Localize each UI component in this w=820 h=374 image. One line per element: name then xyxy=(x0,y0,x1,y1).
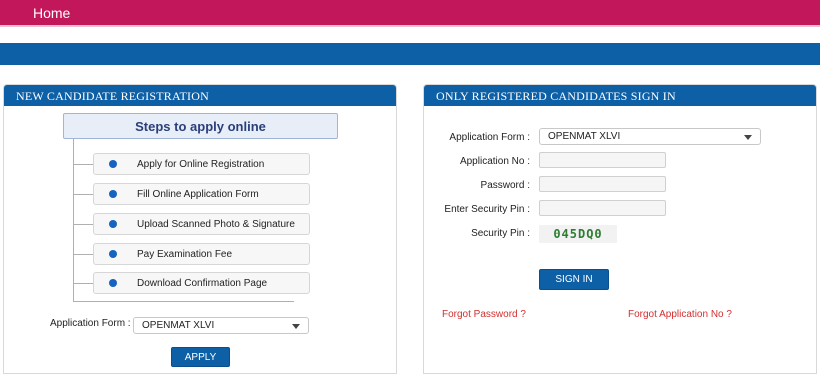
tree-branch xyxy=(73,194,95,195)
chevron-down-icon xyxy=(744,135,752,140)
registration-panel: NEW CANDIDATE REGISTRATION Steps to appl… xyxy=(3,84,397,374)
step-item-fill-form: Fill Online Application Form xyxy=(93,183,310,205)
home-link[interactable]: Home xyxy=(33,5,70,21)
captcha-image: 045DQ0 xyxy=(539,225,617,243)
top-nav-bar: Home xyxy=(0,0,820,27)
application-no-label: Application No : xyxy=(459,156,530,167)
tree-branch xyxy=(73,164,95,165)
application-form-value: OPENMAT XLVI xyxy=(142,320,215,331)
application-form-label: Application Form : xyxy=(449,132,530,143)
signin-application-form-value: OPENMAT XLVI xyxy=(548,131,621,142)
apply-button[interactable]: APPLY xyxy=(171,347,230,367)
signin-application-form-select[interactable]: OPENMAT XLVI xyxy=(539,128,761,145)
step-label: Download Confirmation Page xyxy=(137,278,268,289)
signin-button[interactable]: SIGN IN xyxy=(539,269,609,290)
tree-line-bottom xyxy=(73,301,294,302)
steps-title: Steps to apply online xyxy=(63,113,338,139)
security-pin-entry-label: Enter Security Pin : xyxy=(444,204,530,215)
chevron-down-icon xyxy=(292,324,300,329)
application-no-input[interactable] xyxy=(539,152,666,168)
forgot-application-no-link[interactable]: Forgot Application No ? xyxy=(628,309,732,320)
bullet-icon xyxy=(109,220,117,228)
step-item-apply: Apply for Online Registration xyxy=(93,153,310,175)
signin-panel-title: ONLY REGISTERED CANDIDATES SIGN IN xyxy=(424,85,816,106)
bullet-icon xyxy=(109,160,117,168)
bullet-icon xyxy=(109,190,117,198)
tree-branch xyxy=(73,254,95,255)
registration-panel-title: NEW CANDIDATE REGISTRATION xyxy=(4,85,396,106)
security-pin-input[interactable] xyxy=(539,200,666,216)
step-item-pay-fee: Pay Examination Fee xyxy=(93,243,310,265)
security-pin-label: Security Pin : xyxy=(471,228,530,239)
password-input[interactable] xyxy=(539,176,666,192)
signin-panel: ONLY REGISTERED CANDIDATES SIGN IN Appli… xyxy=(423,84,817,374)
forgot-password-link[interactable]: Forgot Password ? xyxy=(442,309,526,320)
header-band xyxy=(0,43,820,65)
application-form-select[interactable]: OPENMAT XLVI xyxy=(133,317,309,334)
tree-branch xyxy=(73,283,95,284)
step-label: Apply for Online Registration xyxy=(137,159,265,170)
step-label: Upload Scanned Photo & Signature xyxy=(137,219,295,230)
step-item-upload: Upload Scanned Photo & Signature xyxy=(93,213,310,235)
password-label: Password : xyxy=(480,180,530,191)
step-label: Fill Online Application Form xyxy=(137,189,259,200)
tree-branch xyxy=(73,224,95,225)
application-form-label: Application Form : xyxy=(50,318,131,329)
step-item-download: Download Confirmation Page xyxy=(93,272,310,294)
step-label: Pay Examination Fee xyxy=(137,249,233,260)
bullet-icon xyxy=(109,279,117,287)
bullet-icon xyxy=(109,250,117,258)
